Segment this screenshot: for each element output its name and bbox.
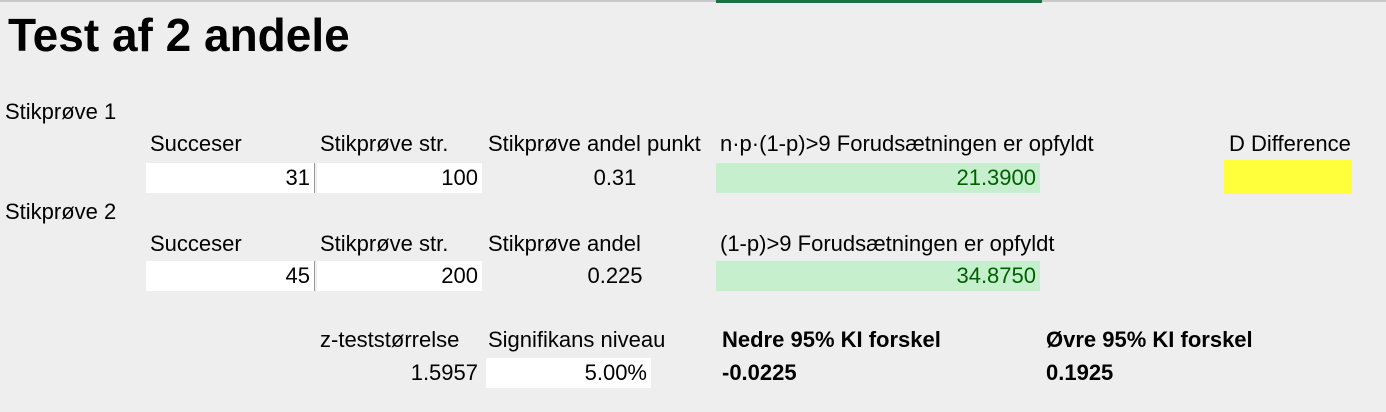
sample2-heading: Stikprøve 2 [5, 199, 117, 224]
upper-ci-label: Øvre 95% KI forskel [1046, 327, 1253, 352]
sample2-size-label: Stikprøve str. [320, 231, 449, 256]
sample2-proportion-label: Stikprøve andel [488, 231, 641, 256]
sample1-proportion-value[interactable]: 0.31 [486, 163, 716, 193]
lower-ci-value[interactable]: -0.0225 [718, 358, 918, 388]
sample2-size-input[interactable]: 200 [317, 261, 482, 291]
cell-divider [314, 261, 315, 291]
top-border [0, 0, 1386, 2]
sample1-proportion-label: Stikprøve andel punkt [488, 131, 701, 156]
sample2-proportion-value[interactable]: 0.225 [486, 261, 716, 291]
sample2-condition-label: (1-p)>9 Forudsætningen er opfyldt [720, 231, 1055, 256]
upper-ci-value[interactable]: 0.1925 [1042, 358, 1242, 388]
sample2-successes-input[interactable]: 45 [146, 261, 314, 291]
sample1-condition-label: n·p·(1-p)>9 Forudsætningen er opfyldt [720, 131, 1094, 156]
z-statistic-label: z-teststørrelse [320, 327, 460, 352]
lower-ci-label: Nedre 95% KI forskel [722, 327, 941, 352]
cell-divider [314, 163, 315, 193]
page-title: Test af 2 andele [8, 9, 350, 61]
significance-input[interactable]: 5.00% [486, 358, 651, 388]
sample2-condition-value[interactable]: 34.8750 [716, 261, 1040, 291]
significance-label: Signifikans niveau [488, 327, 666, 352]
sample1-condition-value[interactable]: 21.3900 [716, 163, 1040, 193]
z-statistic-value[interactable]: 1.5957 [317, 358, 482, 388]
active-column-indicator [716, 0, 1042, 3]
sample2-successes-label: Succeser [150, 231, 242, 256]
difference-label: D Difference [1229, 131, 1351, 156]
sample1-heading: Stikprøve 1 [5, 99, 117, 124]
sample1-successes-input[interactable]: 31 [146, 163, 314, 193]
difference-input[interactable] [1224, 160, 1352, 194]
sample1-successes-label: Succeser [150, 131, 242, 156]
sample1-size-label: Stikprøve str. [320, 131, 449, 156]
sample1-size-input[interactable]: 100 [317, 163, 482, 193]
